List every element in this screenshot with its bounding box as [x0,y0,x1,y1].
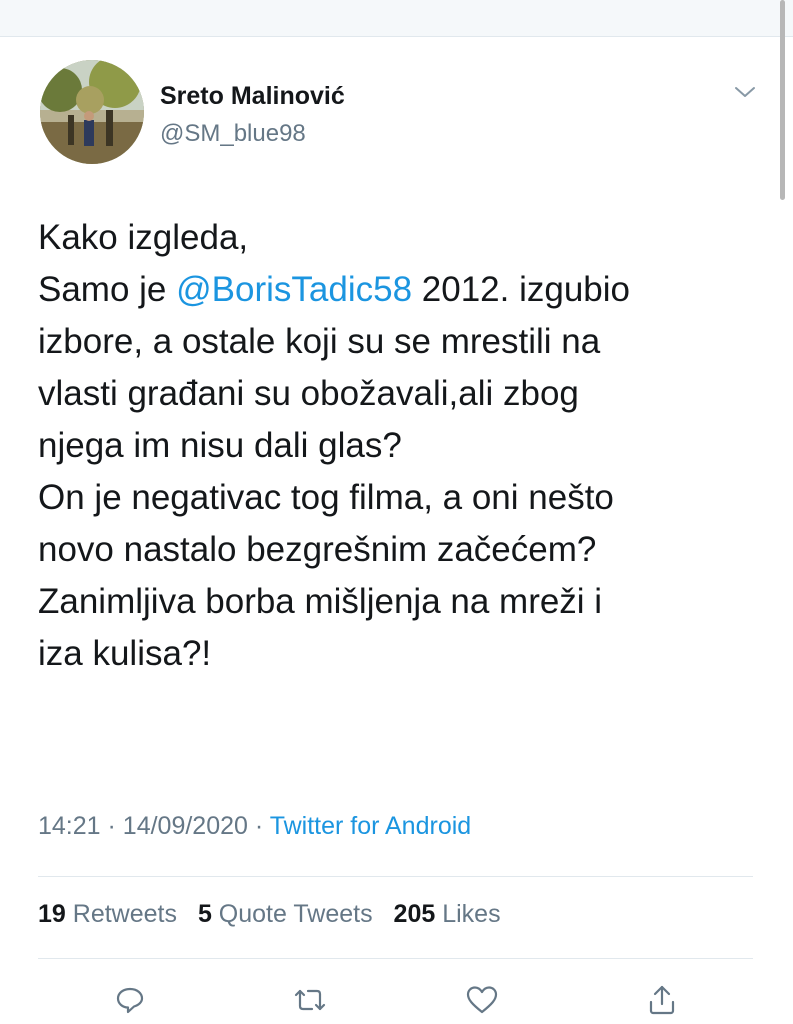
user-handle[interactable]: @SM_blue98 [160,120,306,148]
tweet-line: 2012. izgubio [412,270,630,309]
tweet-date[interactable]: 14/09/2020 [123,812,248,840]
divider [38,876,753,877]
divider [38,958,753,959]
meta-separator: · [254,812,264,840]
retweets-stat[interactable]: 19 Retweets [38,900,177,928]
tweet-stats: 19 Retweets 5 Quote Tweets 205 Likes [38,900,515,929]
tweet-source-link[interactable]: Twitter for Android [270,812,471,840]
reply-icon [116,987,144,1014]
tweet-line: Samo je [38,270,177,309]
quote-tweets-count: 5 [197,900,212,928]
tweet-line: novo nastalo bezgrešnim začećem? [38,530,597,569]
retweets-count: 19 [38,900,66,928]
avatar-photo-icon [40,60,144,164]
tweet-text: Kako izgleda, Samo je @BorisTadic58 2012… [38,212,758,680]
meta-separator: · [107,812,116,840]
share-button[interactable] [642,980,682,1020]
tweet-line: izbore, a ostale koji su se mrestili na [38,322,601,361]
tweet-actions [0,980,793,1020]
tweet-line: iza kulisa?! [38,634,212,673]
quote-tweets-stat[interactable]: 5 Quote Tweets [198,900,373,928]
tweet-line: Zanimljiva borba mišljenja na mreži i [38,582,603,621]
heart-icon [466,986,498,1014]
share-icon [649,985,675,1015]
retweet-icon [294,989,326,1011]
tweet-line: Kako izgleda, [38,218,249,257]
likes-count: 205 [393,900,436,928]
avatar[interactable] [40,60,144,164]
like-button[interactable] [462,980,502,1020]
tweet-line: njega im nisu dali glas? [38,426,402,465]
tweet-meta: 14:21 · 14/09/2020 · Twitter for Android [38,812,471,841]
browser-top-bar [0,0,793,37]
likes-label: Likes [442,900,501,928]
chevron-down-icon[interactable] [734,84,756,100]
tweet-line: On je negativac tog filma, a oni nešto [38,478,614,517]
retweet-button[interactable] [290,980,330,1020]
reply-button[interactable] [110,980,150,1020]
tweet-header: Sreto Malinović @SM_blue98 [40,60,770,164]
tweet-line: vlasti građani su obožavali,ali zbog [38,374,579,413]
tweet-time[interactable]: 14:21 [38,812,101,840]
scrollbar[interactable] [780,0,785,200]
likes-stat[interactable]: 205 Likes [394,900,501,928]
user-name[interactable]: Sreto Malinović [160,82,345,111]
retweets-label: Retweets [72,900,177,928]
mention-link[interactable]: @BorisTadic58 [176,270,412,309]
quote-tweets-label: Quote Tweets [218,900,373,928]
